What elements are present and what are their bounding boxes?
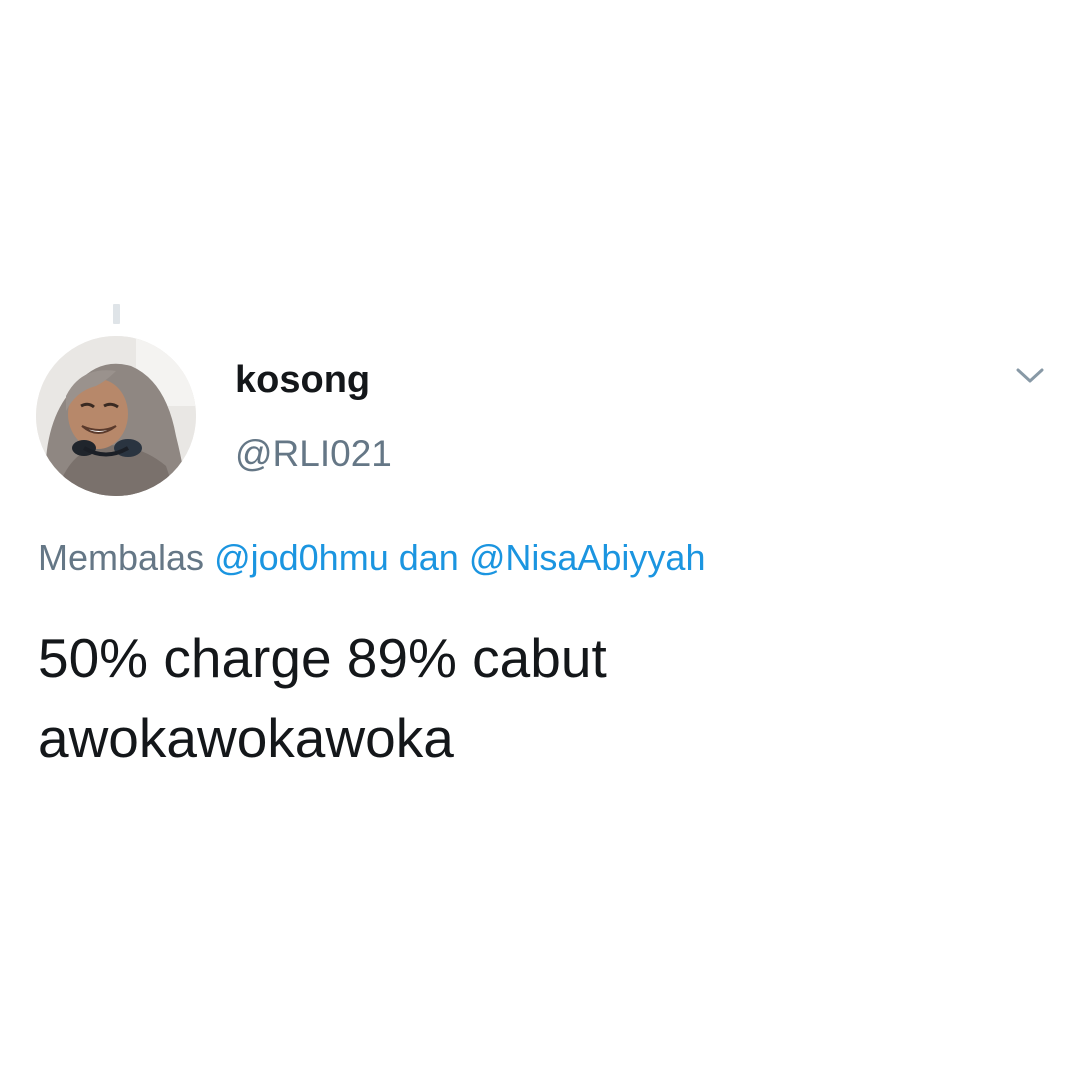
reply-conjunction: dan [398,537,459,578]
profile-photo-icon [36,336,196,496]
avatar[interactable] [36,336,196,496]
mention-link-1[interactable]: @jod0hmu [214,537,389,578]
mention-link-2[interactable]: @NisaAbiyyah [469,537,706,578]
thread-connector-line [113,304,120,324]
chevron-down-icon[interactable] [1010,360,1050,390]
tweet-text: 50% charge 89% cabut awokawokawoka [38,627,607,769]
reply-prefix: Membalas [38,537,205,578]
user-handle[interactable]: @RLI021 [235,432,392,476]
tweet-card[interactable]: kosong @RLI021 Membalas @jod0hmu dan @Ni… [0,300,1080,770]
display-name[interactable]: kosong [235,358,370,402]
reply-context: Membalas @jod0hmu dan @NisaAbiyyah [38,536,705,580]
